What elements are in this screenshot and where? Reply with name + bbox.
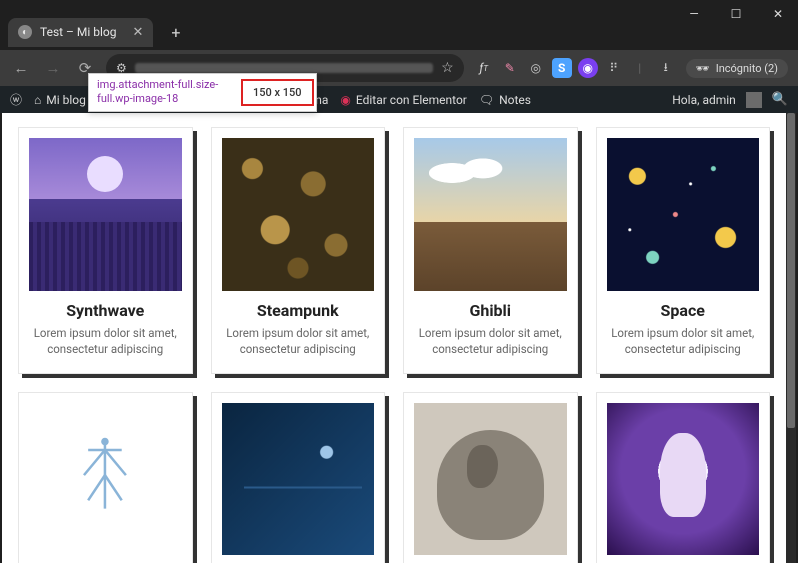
incognito-icon: 🕶	[696, 62, 710, 75]
wp-site-name: Mi blog	[46, 93, 86, 107]
bookmark-icon[interactable]: ☆	[441, 60, 454, 76]
card-synthwave[interactable]: Synthwave Lorem ipsum dolor sit amet, con…	[18, 127, 193, 374]
devtools-selector: img.attachment-full.size-full.wp-image-1…	[89, 74, 239, 111]
card-description: Lorem ipsum dolor sit amet, consectetur …	[607, 325, 760, 357]
card-thumbnail	[29, 403, 182, 556]
cards-grid: Synthwave Lorem ipsum dolor sit amet, con…	[18, 127, 770, 563]
url-text	[135, 63, 433, 73]
card-animals[interactable]: AnimalsLorem ipsum dolor sit amet, conse…	[403, 392, 578, 563]
wp-notes-label: Notes	[499, 93, 531, 107]
devtools-tooltip: img.attachment-full.size-full.wp-image-1…	[88, 73, 317, 112]
minimize-button[interactable]: ―	[680, 3, 708, 25]
favicon-icon: ◐	[18, 25, 32, 39]
new-tab-button[interactable]: +	[163, 19, 188, 46]
card-title: Synthwave	[29, 301, 182, 320]
devtools-dimensions: 150 x 150	[241, 79, 314, 106]
tab-strip: ◐ Test – Mi blog ✕ +	[0, 14, 798, 50]
wp-logo-icon[interactable]: ⓦ	[10, 91, 22, 108]
page-content[interactable]: Synthwave Lorem ipsum dolor sit amet, con…	[2, 113, 786, 563]
card-description: Lorem ipsum dolor sit amet, consectetur …	[222, 325, 375, 357]
search-icon[interactable]: 🔍	[772, 92, 788, 107]
ext-icon-s[interactable]: S	[552, 58, 572, 78]
card-anime[interactable]: AnimeLorem ipsum dolor sit amet, consect…	[596, 392, 771, 563]
card-thumbnail	[607, 403, 760, 556]
card-thumbnail	[222, 138, 375, 291]
card-thumbnail	[29, 138, 182, 291]
viewport: Synthwave Lorem ipsum dolor sit amet, con…	[0, 113, 798, 563]
extensions-row: ƒT ✎ ◎ S ◉ ⠟ | ⭳	[474, 58, 676, 78]
wp-edit-elementor[interactable]: ◉ Editar con Elementor	[340, 93, 466, 107]
maximize-button[interactable]: ☐	[722, 3, 750, 25]
ext-icon-eyedropper[interactable]: ✎	[500, 58, 520, 78]
card-title: Steampunk	[222, 301, 375, 320]
ext-icon-1[interactable]: ƒT	[474, 58, 494, 78]
ext-icon-puzzle[interactable]: ⠟	[604, 58, 624, 78]
ext-icon-target[interactable]: ◎	[526, 58, 546, 78]
card-steampunk[interactable]: Steampunk Lorem ipsum dolor sit amet, con…	[211, 127, 386, 374]
elementor-icon: ◉	[340, 93, 350, 107]
forward-button[interactable]: →	[42, 59, 64, 77]
card-soccer[interactable]: SoccerLorem ipsum dolor sit amet, consec…	[18, 392, 193, 563]
wp-greeting[interactable]: Hola, admin	[672, 93, 736, 107]
window-controls: ― ☐ ✕	[0, 0, 798, 14]
close-window-button[interactable]: ✕	[764, 3, 792, 25]
scrollbar-thumb[interactable]	[787, 113, 795, 428]
wp-site-link[interactable]: ⌂ Mi blog	[34, 93, 86, 107]
card-ghibli[interactable]: Ghibli Lorem ipsum dolor sit amet, consec…	[403, 127, 578, 374]
tab-title: Test – Mi blog	[40, 25, 117, 39]
incognito-badge[interactable]: 🕶 Incógnito (2)	[686, 59, 788, 78]
card-thumbnail	[607, 138, 760, 291]
card-space[interactable]: Space Lorem ipsum dolor sit amet, consect…	[596, 127, 771, 374]
back-button[interactable]: ←	[10, 59, 32, 77]
card-title: Space	[607, 301, 760, 320]
card-description: Lorem ipsum dolor sit amet, consectetur …	[29, 325, 182, 357]
ext-icon-circle[interactable]: ◉	[578, 58, 598, 78]
home-icon: ⌂	[34, 93, 41, 107]
scrollbar[interactable]	[786, 113, 796, 563]
ext-divider: |	[630, 58, 650, 78]
card-title: Ghibli	[414, 301, 567, 320]
browser-tab[interactable]: ◐ Test – Mi blog ✕	[8, 18, 153, 47]
close-tab-button[interactable]: ✕	[133, 25, 144, 40]
card-thumbnail	[222, 403, 375, 556]
wp-edit-elementor-label: Editar con Elementor	[356, 93, 467, 107]
card-music[interactable]: MusicLorem ipsum dolor sit amet, consect…	[211, 392, 386, 563]
card-thumbnail	[414, 138, 567, 291]
wp-notes[interactable]: 🗨 Notes	[479, 93, 531, 107]
card-thumbnail	[414, 403, 567, 556]
avatar-icon[interactable]	[746, 92, 762, 108]
notes-icon: 🗨	[479, 93, 494, 107]
card-description: Lorem ipsum dolor sit amet, consectetur …	[414, 325, 567, 357]
incognito-label: Incógnito (2)	[716, 62, 778, 75]
download-icon[interactable]: ⭳	[656, 58, 676, 78]
